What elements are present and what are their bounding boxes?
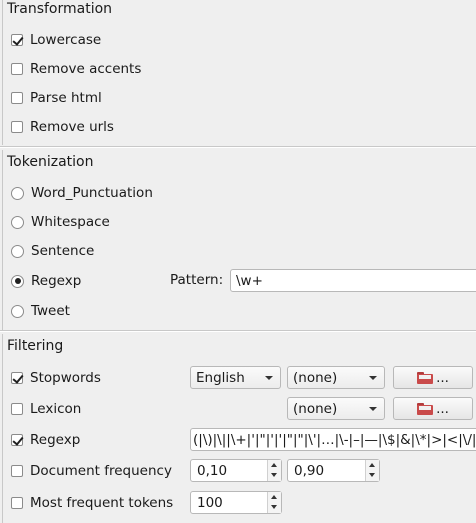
word-punctuation-radio[interactable]: Word_Punctuation (11, 183, 153, 203)
stopwords-label: Stopwords (30, 370, 101, 386)
spin-buttons[interactable] (267, 460, 281, 481)
filtering-title: Filtering (7, 338, 64, 354)
radio-icon[interactable] (11, 186, 24, 200)
most-frequent-spinbox[interactable]: 100 (190, 491, 282, 514)
doc-freq-max-spinbox[interactable]: 0,90 (287, 459, 380, 482)
radio-icon[interactable] (11, 244, 24, 258)
pattern-input[interactable]: \w+ (230, 269, 476, 292)
radio-icon[interactable] (11, 304, 24, 318)
pattern-label: Pattern: (170, 272, 224, 288)
stopwords-language-select[interactable]: English (190, 366, 281, 389)
lowercase-label: Lowercase (30, 32, 102, 48)
chevron-up-icon[interactable] (271, 495, 277, 499)
doc-freq-max-value: 0,90 (294, 463, 325, 479)
group-border (2, 334, 3, 523)
group-border (2, 150, 3, 330)
most-frequent-tokens-label: Most frequent tokens (30, 495, 174, 511)
lexicon-label: Lexicon (30, 401, 82, 417)
chevron-down-icon (265, 376, 273, 380)
browse-label: ... (436, 400, 449, 417)
document-frequency-checkbox[interactable]: Document frequency (11, 461, 172, 481)
tweet-label: Tweet (31, 303, 70, 319)
remove-urls-checkbox[interactable]: Remove urls (11, 117, 114, 137)
document-frequency-label: Document frequency (30, 463, 172, 479)
chevron-up-icon[interactable] (369, 463, 375, 467)
tokenization-title: Tokenization (7, 154, 94, 170)
checkbox-icon[interactable] (11, 434, 23, 446)
folder-icon (417, 371, 434, 384)
checkbox-icon[interactable] (11, 497, 23, 509)
tweet-radio[interactable]: Tweet (11, 301, 70, 321)
stopwords-file-select[interactable]: (none) (287, 366, 385, 389)
regexp-filter-label: Regexp (30, 432, 81, 448)
regexp-checkbox[interactable]: Regexp (11, 430, 80, 450)
regexp-input[interactable]: (|\)|\||\+|'|"|'|'|"|"|\'|…|\-|–|—|\$|&|… (190, 428, 476, 451)
checkbox-icon[interactable] (11, 372, 23, 384)
language-value: English (196, 369, 245, 386)
divider (0, 331, 476, 332)
parse-html-checkbox[interactable]: Parse html (11, 88, 102, 108)
spin-buttons[interactable] (365, 460, 379, 481)
lexicon-file-select[interactable]: (none) (287, 397, 385, 420)
checkbox-icon[interactable] (11, 121, 23, 133)
checkbox-icon[interactable] (11, 34, 23, 46)
doc-freq-min-value: 0,10 (197, 463, 228, 479)
lowercase-checkbox[interactable]: Lowercase (11, 30, 101, 50)
most-frequent-tokens-checkbox[interactable]: Most frequent tokens (11, 493, 173, 513)
group-border (2, 0, 3, 145)
remove-accents-checkbox[interactable]: Remove accents (11, 59, 141, 79)
chevron-down-icon[interactable] (369, 473, 375, 477)
word-punctuation-label: Word_Punctuation (31, 185, 153, 201)
file-value: (none) (293, 369, 338, 386)
most-frequent-value: 100 (197, 495, 223, 511)
doc-freq-min-spinbox[interactable]: 0,10 (190, 459, 282, 482)
checkbox-icon[interactable] (11, 63, 23, 75)
chevron-down-icon[interactable] (271, 473, 277, 477)
chevron-up-icon[interactable] (271, 463, 277, 467)
checkbox-icon[interactable] (11, 92, 23, 104)
chevron-down-icon[interactable] (271, 505, 277, 509)
file-value: (none) (293, 400, 338, 417)
folder-icon (417, 402, 434, 415)
parse-html-label: Parse html (30, 90, 102, 106)
sentence-radio[interactable]: Sentence (11, 241, 94, 261)
regexp-value: (|\)|\||\+|'|"|'|'|"|"|\'|…|\-|–|—|\$|&|… (193, 431, 476, 448)
whitespace-radio[interactable]: Whitespace (11, 212, 110, 232)
chevron-down-icon (369, 407, 377, 411)
remove-urls-label: Remove urls (30, 119, 114, 135)
sentence-label: Sentence (31, 243, 95, 259)
regexp-label: Regexp (31, 273, 82, 289)
checkbox-icon[interactable] (11, 403, 23, 415)
whitespace-label: Whitespace (31, 214, 110, 230)
divider (0, 147, 476, 148)
radio-icon[interactable] (11, 215, 24, 229)
browse-label: ... (436, 369, 449, 386)
remove-accents-label: Remove accents (30, 61, 142, 77)
pattern-value: \w+ (236, 272, 263, 289)
chevron-down-icon (369, 376, 377, 380)
spin-buttons[interactable] (267, 492, 281, 513)
stopwords-checkbox[interactable]: Stopwords (11, 368, 101, 388)
regexp-radio[interactable]: Regexp (11, 271, 81, 291)
stopwords-browse-button[interactable]: ... (393, 366, 473, 389)
radio-icon[interactable] (11, 274, 24, 288)
checkbox-icon[interactable] (11, 465, 23, 477)
transformation-title: Transformation (7, 1, 113, 17)
lexicon-checkbox[interactable]: Lexicon (11, 399, 81, 419)
lexicon-browse-button[interactable]: ... (393, 397, 473, 420)
